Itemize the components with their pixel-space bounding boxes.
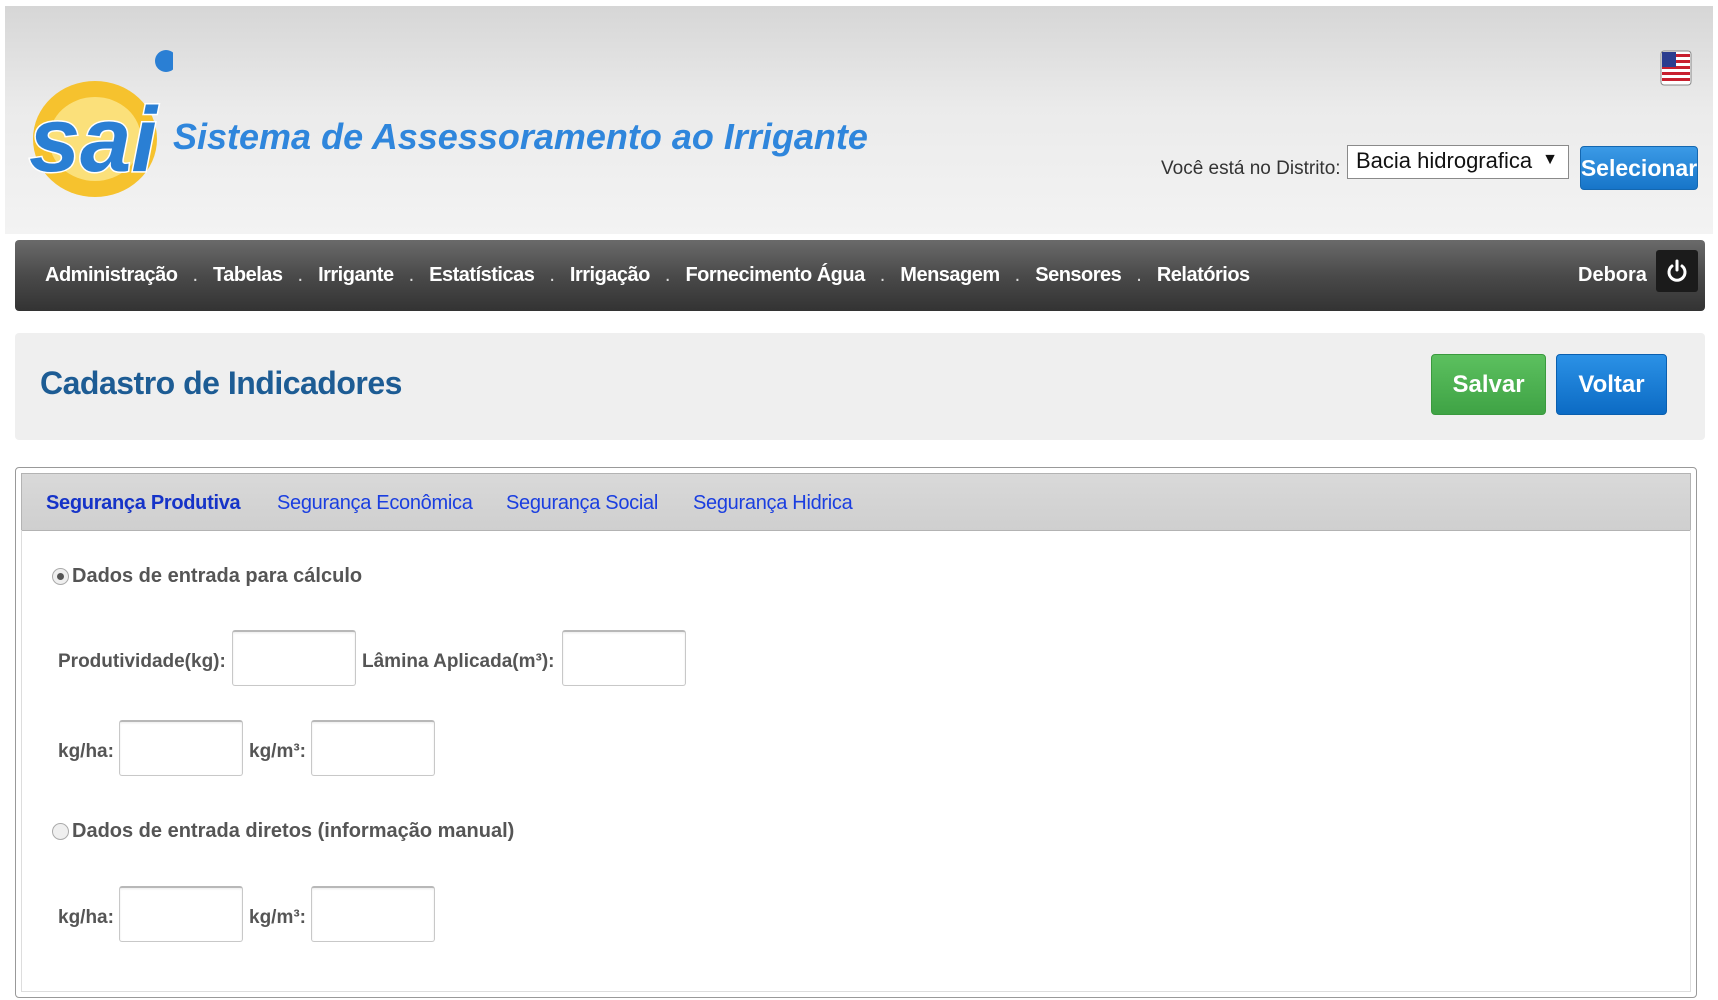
- tab-seguranca-produtiva[interactable]: Segurança Produtiva: [46, 492, 241, 515]
- power-icon: [1667, 259, 1687, 282]
- nav-item-tabelas[interactable]: Tabelas: [213, 264, 283, 287]
- direct-kgha-input[interactable]: [119, 886, 243, 942]
- save-button[interactable]: Salvar: [1431, 354, 1546, 415]
- calc-kgha-input[interactable]: [119, 720, 243, 776]
- nav-separator: .: [1136, 264, 1142, 286]
- chevron-down-icon: ▼: [1542, 151, 1558, 168]
- nav-item-sensores[interactable]: Sensores: [1035, 264, 1122, 287]
- nav-separator: .: [192, 264, 198, 286]
- nav-separator: .: [408, 264, 415, 286]
- calc-option-radio[interactable]: [52, 568, 69, 585]
- direct-option-radio[interactable]: [52, 823, 69, 840]
- direct-kgm3-input[interactable]: [311, 886, 435, 942]
- nav-item-relatorios[interactable]: Relatórios: [1157, 264, 1250, 287]
- page-header: Cadastro de Indicadores Salvar Voltar: [15, 333, 1705, 440]
- direct-kgm3-label: kg/m³:: [249, 907, 306, 928]
- nav-separator: .: [1014, 264, 1021, 286]
- main-nav: Administração . Tabelas . Irrigante . Es…: [15, 240, 1705, 311]
- nav-separator: .: [297, 264, 304, 286]
- calc-kgm3-input[interactable]: [311, 720, 435, 776]
- select-district-button[interactable]: Selecionar: [1580, 146, 1698, 190]
- tab-bar: Segurança Produtiva Segurança Econômica …: [21, 473, 1691, 531]
- district-selected-value: Bacia hidrografica: [1356, 148, 1533, 173]
- water-applied-input[interactable]: [562, 630, 686, 686]
- district-select[interactable]: Bacia hidrografica ▼: [1347, 145, 1569, 179]
- calc-kgm3-label: kg/m³:: [249, 741, 306, 762]
- indicators-panel: Segurança Produtiva Segurança Econômica …: [15, 467, 1697, 998]
- page-title: Cadastro de Indicadores: [40, 365, 402, 401]
- productivity-input[interactable]: [232, 630, 356, 686]
- calc-option-row: Dados de entrada para cálculo: [52, 565, 362, 588]
- tab-content: Dados de entrada para cálculo Produtivid…: [21, 530, 1691, 992]
- direct-option-label: Dados de entrada diretos (informação man…: [72, 820, 515, 842]
- header: sai Sistema de Assessoramento ao Irrigan…: [5, 6, 1713, 234]
- user-name[interactable]: Debora: [1578, 264, 1647, 287]
- nav-separator: .: [664, 264, 671, 286]
- app-title: Sistema de Assessoramento ao Irrigante: [173, 116, 868, 157]
- nav-item-fornecimento-agua[interactable]: Fornecimento Água: [685, 264, 865, 287]
- direct-kgha-label: kg/ha:: [58, 907, 114, 928]
- water-applied-label: Lâmina Aplicada(m³):: [362, 651, 555, 672]
- calc-kgha-label: kg/ha:: [58, 741, 114, 762]
- tab-seguranca-hidrica[interactable]: Segurança Hidrica: [693, 492, 853, 515]
- calc-option-label: Dados de entrada para cálculo: [72, 565, 363, 587]
- district-label: Você está no Distrito:: [1161, 158, 1341, 179]
- nav-item-estatisticas[interactable]: Estatísticas: [429, 264, 535, 287]
- nav-item-irrigacao[interactable]: Irrigação: [570, 264, 650, 287]
- nav-separator: .: [879, 264, 886, 286]
- back-button[interactable]: Voltar: [1556, 354, 1667, 415]
- logo-letters: sai: [29, 89, 159, 191]
- tab-seguranca-social[interactable]: Segurança Social: [506, 492, 658, 515]
- logout-button[interactable]: [1656, 250, 1698, 292]
- nav-item-administracao[interactable]: Administração: [45, 264, 178, 287]
- productivity-label: Produtividade(kg):: [58, 651, 226, 672]
- direct-option-row: Dados de entrada diretos (informação man…: [52, 820, 514, 843]
- us-flag-icon[interactable]: [1660, 48, 1692, 88]
- nav-item-irrigante[interactable]: Irrigante: [318, 264, 394, 287]
- nav-separator: .: [549, 264, 555, 286]
- tab-seguranca-economica[interactable]: Segurança Econômica: [277, 492, 473, 515]
- sai-logo: sai: [28, 50, 173, 197]
- nav-item-mensagem[interactable]: Mensagem: [900, 264, 1000, 287]
